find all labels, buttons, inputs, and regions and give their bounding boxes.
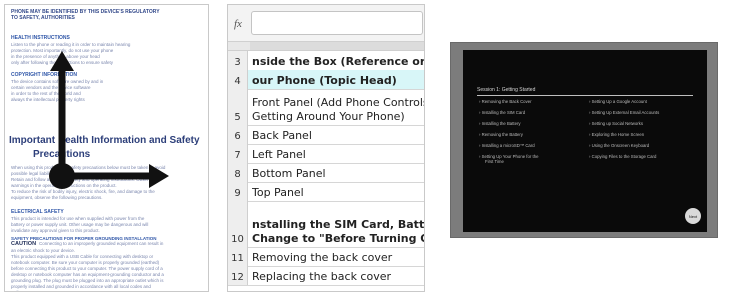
toc-link[interactable]: › Setting Up a Google Account — [589, 99, 647, 105]
right-arrow-icon — [149, 164, 169, 188]
spreadsheet-cell[interactable]: our Phone (Topic Head) — [252, 70, 424, 89]
cell-text-line: Front Panel (Add Phone Controls — [252, 96, 424, 109]
spreadsheet-cell[interactable]: Top Panel — [252, 182, 424, 201]
spreadsheet-row[interactable]: 5 Front Panel (Add Phone Controls Getting … — [228, 89, 424, 126]
formula-input[interactable] — [251, 11, 423, 35]
row-number[interactable]: 5 — [228, 89, 248, 125]
up-arrow-icon — [50, 51, 74, 71]
toc-link[interactable]: First Time — [485, 159, 504, 165]
spreadsheet-cell[interactable]: Replacing the back cover — [252, 266, 424, 285]
toc-link[interactable]: › Installing the SIM Card — [479, 110, 525, 116]
toc-link[interactable]: › Exploring the Home Screen — [589, 132, 644, 138]
row-number[interactable]: 10 — [228, 201, 248, 247]
row-number[interactable]: 7 — [228, 144, 248, 163]
toc-link[interactable]: › Setting up Social Networks — [589, 121, 643, 127]
touch-point-icon — [49, 163, 75, 189]
row-number[interactable]: 9 — [228, 182, 248, 201]
row-number[interactable]: 3 — [228, 51, 248, 70]
cell-text: Left Panel — [252, 148, 306, 161]
spreadsheet-cell[interactable]: Bottom Panel — [252, 163, 424, 182]
cell-text: Back Panel — [252, 129, 312, 142]
spreadsheet-row[interactable]: 9 Top Panel — [228, 182, 424, 202]
cell-text-line: Change to "Before Turning On Y — [252, 232, 424, 245]
row-number[interactable]: 11 — [228, 247, 248, 266]
cell-text: Bottom Panel — [252, 167, 326, 180]
cell-text: Replacing the back cover — [252, 270, 392, 283]
row-number[interactable]: 8 — [228, 163, 248, 182]
spreadsheet-cell[interactable]: nstalling the SIM Card, BatteryChange to… — [252, 201, 424, 247]
column-header[interactable] — [228, 42, 424, 51]
spreadsheet-row[interactable]: 11 Removing the back cover — [228, 247, 424, 267]
row-number[interactable]: 4 — [228, 70, 248, 89]
session-title: Session 1: Getting Started — [477, 87, 536, 93]
document-page[interactable]: PHONE MAY BE IDENTIFIED BY THIS DEVICE'S… — [4, 4, 209, 292]
toc-link[interactable]: › Copying Files to the Storage Card — [589, 154, 656, 160]
cell-text-line: Getting Around Your Phone) — [252, 110, 405, 123]
row-number[interactable]: 12 — [228, 266, 248, 285]
toc-link[interactable]: › Installing a microSD™ Card — [479, 143, 535, 149]
row-number[interactable]: 6 — [228, 125, 248, 144]
cell-text-line: nstalling the SIM Card, Battery — [252, 218, 424, 231]
fx-label: fx — [234, 18, 242, 30]
next-page-button[interactable]: Next — [685, 208, 701, 224]
spreadsheet-row[interactable]: 4 our Phone (Topic Head) — [228, 70, 424, 90]
toc-link[interactable]: › Removing the Back Cover — [479, 99, 532, 105]
column-header-selected — [250, 42, 424, 50]
spreadsheet-row[interactable]: 3 nside the Box (Reference or Co — [228, 51, 424, 71]
toc-link[interactable]: › Removing the Battery — [479, 132, 523, 138]
spreadsheet-row[interactable]: 10nstalling the SIM Card, BatteryChange … — [228, 201, 424, 248]
toc-link[interactable]: › Setting Up External Email Accounts — [589, 110, 659, 116]
cell-text: our Phone (Topic Head) — [252, 74, 397, 87]
spreadsheet[interactable]: fx 3 nside the Box (Reference or Co 4 our P… — [227, 4, 425, 292]
spreadsheet-cell[interactable]: Left Panel — [252, 144, 424, 163]
phone-screen: Session 1: Getting Started › Removing th… — [463, 50, 707, 232]
toc-link[interactable]: › Using the Onscreen Keyboard — [589, 143, 649, 149]
spreadsheet-cell[interactable]: Removing the back cover — [252, 247, 424, 266]
spreadsheet-row[interactable]: 6 Back Panel — [228, 125, 424, 145]
title-divider — [477, 95, 693, 96]
spreadsheet-cell[interactable]: nside the Box (Reference or Co — [252, 51, 424, 70]
cell-text: nside the Box (Reference or Co — [252, 55, 424, 68]
toc-link[interactable]: › Installing the Battery — [479, 121, 521, 127]
spreadsheet-row[interactable]: 7 Left Panel — [228, 144, 424, 164]
phone-frame: Session 1: Getting Started › Removing th… — [450, 42, 718, 238]
spreadsheet-row[interactable]: 12 Replacing the back cover — [228, 266, 424, 286]
spreadsheet-row[interactable]: 8 Bottom Panel — [228, 163, 424, 183]
spreadsheet-cell[interactable]: Back Panel — [252, 125, 424, 144]
spreadsheet-cell[interactable]: Front Panel (Add Phone Controls Getting A… — [252, 89, 424, 125]
formula-bar: fx — [228, 5, 424, 42]
cell-text: Removing the back cover — [252, 251, 393, 264]
scroll-direction-arrows — [49, 51, 169, 189]
cell-text: Top Panel — [252, 186, 304, 199]
